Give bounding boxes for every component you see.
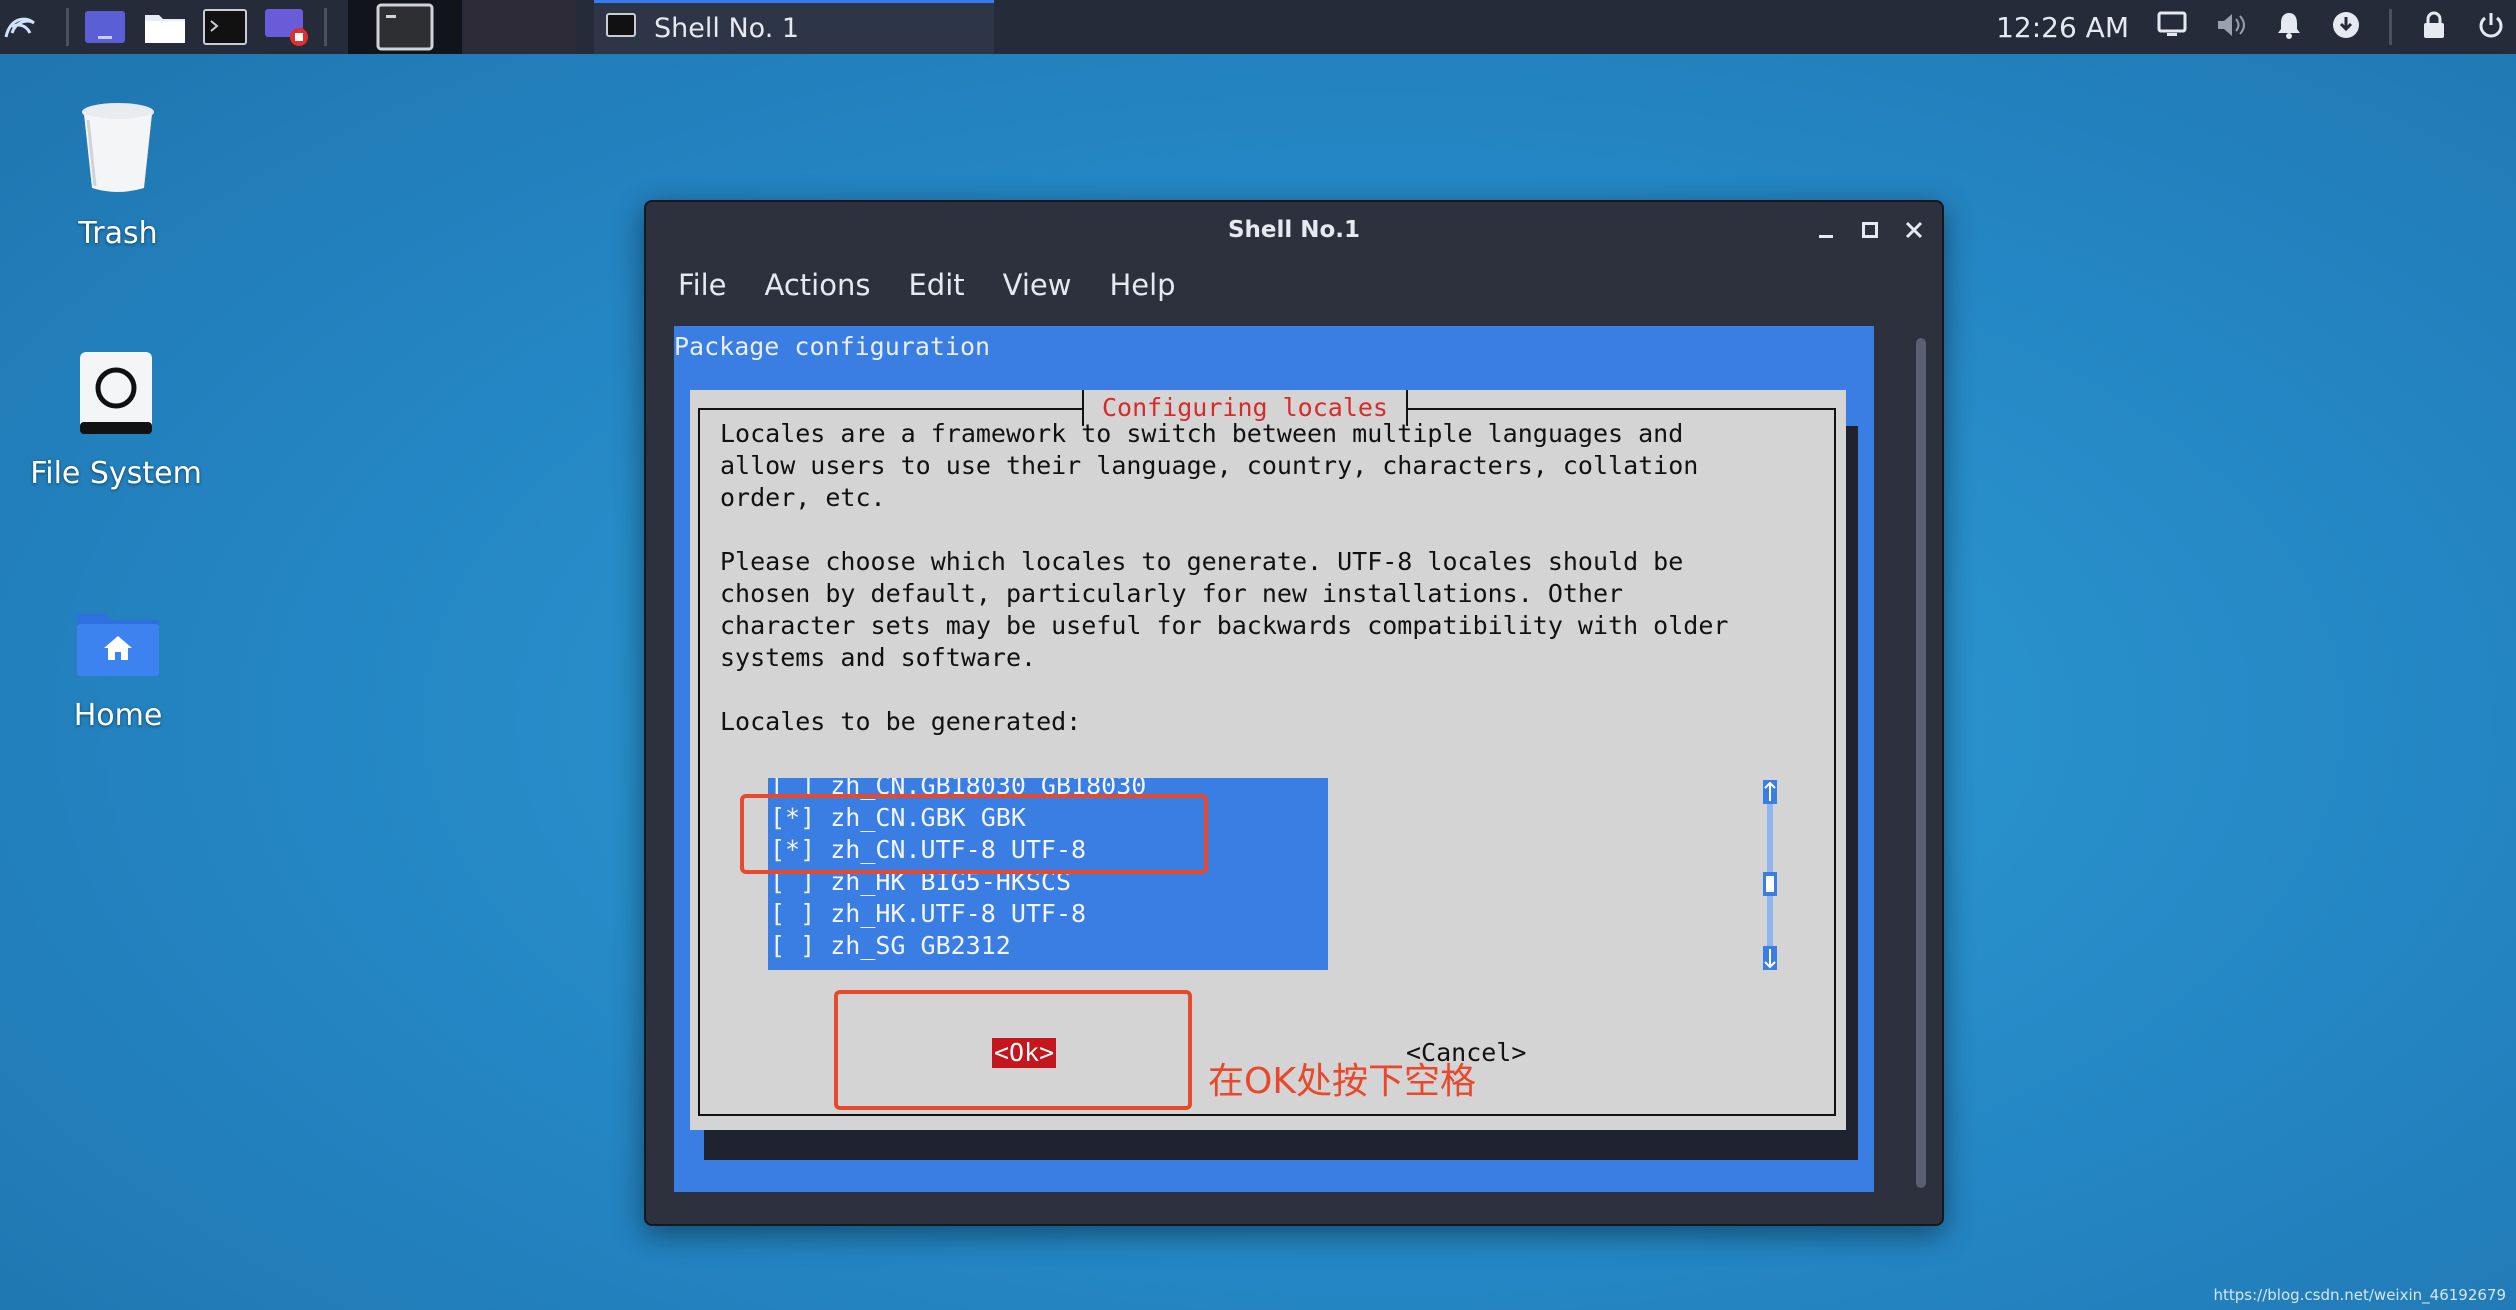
window-titlebar[interactable]: Shell No.1: [646, 202, 1942, 258]
display-icon[interactable]: [2157, 11, 2187, 43]
locale-checkbox[interactable]: [ ]: [770, 931, 815, 960]
locale-option[interactable]: [ ] zh_SG GB2312: [768, 930, 1328, 962]
tray-separator: [2389, 9, 2392, 45]
description-line: Please choose which locales to generate.…: [720, 547, 1684, 576]
annotation-box-ok: [834, 990, 1192, 1110]
volume-icon[interactable]: [2215, 11, 2247, 43]
trash-icon: [78, 100, 158, 200]
description-line: allow users to use their language, count…: [720, 451, 1699, 480]
close-icon[interactable]: [1900, 216, 1928, 244]
locale-option[interactable]: [ ] zh_HK.UTF-8 UTF-8: [768, 898, 1328, 930]
window-title: Shell No.1: [1227, 217, 1361, 243]
locales-list-label: Locales to be generated:: [720, 707, 1082, 736]
notification-bell-icon[interactable]: [2275, 10, 2303, 44]
desktop-icon-file-system[interactable]: File System: [6, 350, 226, 491]
terminal-scroll-thumb[interactable]: [1916, 338, 1926, 1188]
menu-help[interactable]: Help: [1109, 268, 1175, 302]
menu-bar: File Actions Edit View Help: [678, 262, 1176, 308]
terminal-scrollbar[interactable]: [1916, 338, 1926, 1188]
terminal-icon[interactable]: [202, 6, 248, 48]
menu-edit[interactable]: Edit: [908, 268, 964, 302]
watermark: https://blog.csdn.net/weixin_46192679: [2213, 1286, 2506, 1304]
package-configuration-header: Package configuration: [674, 332, 991, 361]
workspace-icon[interactable]: [82, 6, 128, 48]
system-tray: 12:26 AM: [1996, 0, 2516, 54]
desktop-label: Trash: [78, 216, 158, 251]
description-line: systems and software.: [720, 643, 1037, 672]
power-icon[interactable]: [2476, 10, 2506, 44]
locale-name: zh_SG GB2312: [830, 931, 1011, 960]
terminal-small-icon: [606, 13, 636, 44]
lock-icon[interactable]: [2420, 10, 2448, 44]
annotation-note: 在OK处按下空格: [1208, 1061, 1476, 1102]
locale-checkbox[interactable]: [ ]: [770, 899, 815, 928]
window-controls: [1812, 202, 1928, 258]
desktop-label: Home: [73, 698, 163, 733]
screen-recorder-icon[interactable]: [262, 6, 312, 48]
taskbar-active-window[interactable]: Shell No. 1: [594, 0, 994, 54]
locale-name: zh_HK.UTF-8 UTF-8: [830, 899, 1087, 928]
description-line: Locales are a framework to switch betwee…: [720, 419, 1684, 448]
desktop-icon-home[interactable]: Home: [8, 606, 228, 733]
desktop-label: File System: [30, 456, 202, 491]
taskbar-separator: [66, 8, 69, 46]
menu-actions[interactable]: Actions: [765, 268, 871, 302]
menu-view[interactable]: View: [1003, 268, 1072, 302]
description-line: order, etc.: [720, 483, 886, 512]
menu-file[interactable]: File: [678, 268, 727, 302]
taskbar-separator: [324, 8, 327, 46]
download-icon[interactable]: [2331, 10, 2361, 44]
file-manager-icon[interactable]: [142, 6, 188, 48]
taskbar: Shell No. 1 12:26 AM: [0, 0, 2516, 54]
description-line: chosen by default, particularly for new …: [720, 579, 1624, 608]
taskbar-window-title: Shell No. 1: [654, 13, 800, 44]
annotation-box-selected-locales: [740, 794, 1208, 874]
terminal-task-icon[interactable]: [348, 0, 462, 54]
home-folder-icon: [75, 606, 161, 682]
desktop-icon-trash[interactable]: Trash: [8, 100, 228, 251]
workspace-2-slot[interactable]: [464, 0, 576, 54]
minimize-icon[interactable]: [1812, 216, 1840, 244]
kali-menu-icon[interactable]: [0, 6, 40, 48]
description-line: character sets may be useful for backwar…: [720, 611, 1729, 640]
list-scrollbar[interactable]: [1762, 778, 1778, 974]
drive-icon: [78, 350, 154, 440]
maximize-icon[interactable]: [1856, 216, 1884, 244]
clock[interactable]: 12:26 AM: [1996, 11, 2129, 44]
